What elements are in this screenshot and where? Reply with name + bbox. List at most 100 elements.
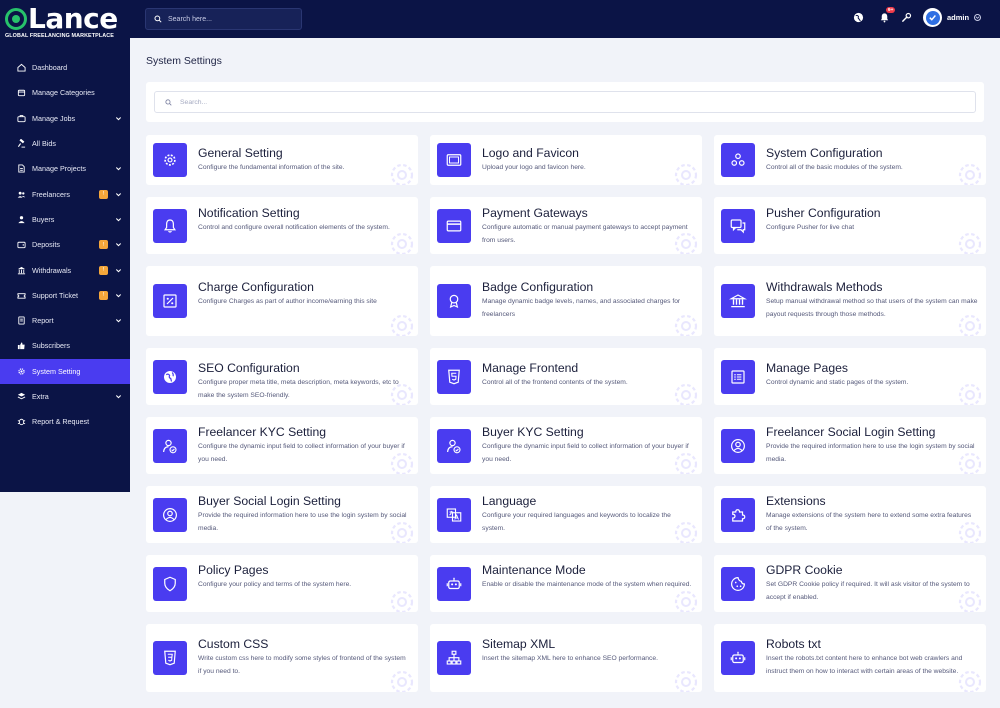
sidebar-item-label: Support Ticket [32,290,78,300]
settings-card-buyer-social-login-setting[interactable]: Buyer Social Login Setting Provide the re… [146,486,418,543]
sidebar-item-report-request[interactable]: Report & Request [0,409,130,434]
sidebar-item-manage-jobs[interactable]: Manage Jobs [0,106,130,131]
sidebar-item-label: Extra [32,392,49,401]
image-icon [437,143,471,177]
sidebar-item-subscribers[interactable]: Subscribers [0,333,130,358]
settings-card-language[interactable]: Language Configure your required language… [430,486,702,543]
settings-card-system-configuration[interactable]: System Configuration Control all of the b… [714,135,986,185]
card-title: Sitemap XML [482,637,556,651]
sidebar-item-label: Buyers [32,214,55,224]
watermark-icon [388,312,416,336]
settings-card-freelancer-kyc-setting[interactable]: Freelancer KYC Setting Configure the dyna… [146,417,418,474]
alert-badge: ! [99,265,108,275]
search-icon [154,15,162,23]
settings-card-logo-and-favicon[interactable]: Logo and Favicon Upload your logo and fav… [430,135,702,185]
watermark-icon [956,312,984,336]
settings-card-manage-frontend[interactable]: Manage Frontend Control all of the fronte… [430,348,702,405]
card-description: Configure your required languages and ke… [482,512,671,532]
sidebar-item-deposits[interactable]: Deposits! [0,232,130,257]
watermark-icon [672,450,700,474]
bell-icon [880,12,888,22]
card-description: Control all of the frontend contents of … [482,379,628,386]
tools-button[interactable] [900,11,912,23]
card-title: Withdrawals Methods [766,280,883,294]
brand-logo[interactable]: Lance GLOBAL FREELANCING MARKETPLACE [0,0,130,48]
bell-icon [153,209,187,243]
sidebar-item-dashboard[interactable]: Dashboard [0,55,130,80]
sidebar-item-manage-categories[interactable]: Manage Categories [0,80,130,105]
sidebar-item-label: Report [32,316,54,326]
sidebar-item-label: Withdrawals [32,265,72,275]
card-description: Configure automatic or manual payment ga… [482,224,688,244]
globe-button[interactable] [852,11,864,23]
card-description: Insert the sitemap XML here to enhance S… [482,655,658,662]
card-description: Configure the dynamic input field to col… [482,443,689,463]
settings-card-freelancer-social-login-setting[interactable]: Freelancer Social Login Setting Provide t… [714,417,986,474]
sidebar-item-system-setting[interactable]: System Setting [0,358,130,384]
settings-card-maintenance-mode[interactable]: Maintenance Mode Enable or disable the ma… [430,555,702,612]
settings-card-policy-pages[interactable]: Policy Pages Configure your policy and te… [146,555,418,612]
puzzle-icon [721,498,755,532]
card-title: Extensions [766,494,826,508]
settings-card-custom-css[interactable]: Custom CSS Write custom css here to modif… [146,624,418,692]
header-search-input[interactable]: Search here... [145,8,302,30]
ticket-icon [16,290,26,300]
settings-card-manage-pages[interactable]: Manage Pages Control dynamic and static p… [714,348,986,405]
settings-card-payment-gateways[interactable]: Payment Gateways Configure automatic or m… [430,197,702,254]
settings-search-placeholder: Search... [180,98,208,106]
card-title: Pusher Configuration [766,206,881,220]
sidebar-item-label: Manage Jobs [32,113,76,123]
sidebar-item-label: Manage Projects [32,164,86,174]
settings-card-withdrawals-methods[interactable]: Withdrawals Methods Setup manual withdraw… [714,266,986,336]
sidebar-item-label: All Bids [32,139,56,149]
settings-card-badge-configuration[interactable]: Badge Configuration Manage dynamic badge … [430,266,702,336]
sidebar-item-manage-projects[interactable]: Manage Projects [0,156,130,181]
chevron-down-icon [115,165,122,172]
chevron-down-icon [115,393,122,400]
settings-card-extensions[interactable]: Extensions Manage extensions of the syste… [714,486,986,543]
settings-card-sitemap-xml[interactable]: Sitemap XML Insert the sitemap XML here t… [430,624,702,692]
sidebar-item-support-ticket[interactable]: Support Ticket! [0,283,130,308]
settings-card-pusher-configuration[interactable]: Pusher Configuration Configure Pusher for… [714,197,986,254]
card-description: Insert the robots.txt content here to en… [766,655,963,675]
robot-icon [721,641,755,675]
sidebar-item-freelancers[interactable]: Freelancers! [0,181,130,206]
card-title: Buyer Social Login Setting [198,494,341,508]
settings-card-notification-setting[interactable]: Notification Setting Control and configur… [146,197,418,254]
card-description: Configure proper meta title, meta descri… [198,379,399,399]
watermark-icon [388,519,416,543]
watermark-icon [672,519,700,543]
modules-icon [721,143,755,177]
card-title: Badge Configuration [482,280,594,294]
settings-search-input[interactable]: Search... [154,91,976,113]
cookie-icon [721,567,755,601]
sidebar-item-all-bids[interactable]: All Bids [0,131,130,156]
user-circle-icon [153,498,187,532]
credit-card-icon [437,209,471,243]
alert-badge: ! [99,240,108,250]
css3-icon [153,641,187,675]
sidebar-item-report[interactable]: Report [0,308,130,333]
sidebar-item-extra[interactable]: Extra [0,384,130,409]
sidebar-item-buyers[interactable]: Buyers [0,207,130,232]
card-description: Control dynamic and static pages of the … [766,379,909,386]
sidebar-item-withdrawals[interactable]: Withdrawals! [0,257,130,282]
card-title: Robots txt [766,637,821,651]
watermark-icon [956,450,984,474]
settings-card-buyer-kyc-setting[interactable]: Buyer KYC Setting Configure the dynamic i… [430,417,702,474]
globe-icon [153,360,187,394]
settings-card-charge-configuration[interactable]: Charge Configuration Configure Charges as… [146,266,418,336]
bank-icon [721,284,755,318]
card-title: SEO Configuration [198,361,300,375]
user-menu[interactable]: admin [923,8,982,27]
settings-card-general-setting[interactable]: General Setting Configure the fundamental… [146,135,418,185]
settings-card-seo-configuration[interactable]: SEO Configuration Configure proper meta t… [146,348,418,405]
settings-card-robots-txt[interactable]: Robots txt Insert the robots.txt content … [714,624,986,692]
shield-icon [153,567,187,601]
notification-button[interactable]: 9+ [878,7,895,23]
list-icon [721,360,755,394]
watermark-icon [956,230,984,254]
sidebar-item-label: Freelancers [32,189,70,199]
settings-card-gdpr-cookie[interactable]: GDPR Cookie Set GDPR Cookie policy if req… [714,555,986,612]
card-description: Configure your policy and terms of the s… [198,581,352,588]
